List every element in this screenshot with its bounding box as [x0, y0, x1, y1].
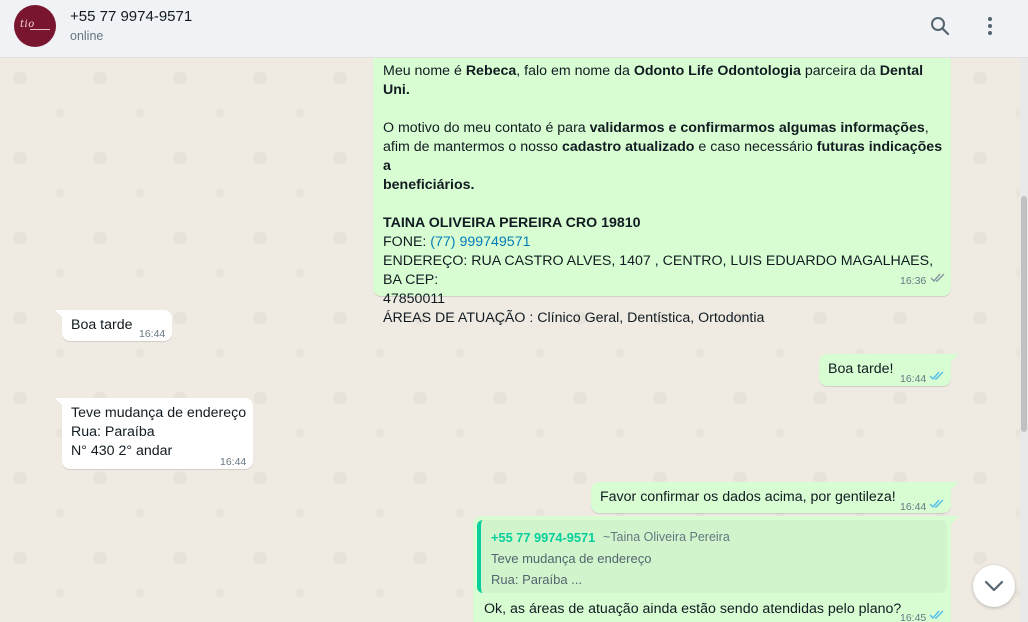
- bubble-tail: [951, 516, 959, 524]
- quote-line: Rua: Paraíba ...: [491, 572, 583, 587]
- scrollbar-thumb[interactable]: [1021, 196, 1027, 432]
- message-time: 16:44: [900, 373, 927, 385]
- read-ticks-icon: [929, 371, 944, 381]
- message-bubble[interactable]: Meu nome é Rebeca, falo em nome da Odont…: [373, 58, 951, 326]
- message-text: Meu nome é Rebeca, falo em nome da Odont…: [383, 63, 943, 326]
- read-ticks-icon: [929, 610, 944, 620]
- chat-header: tio +55 77 9974-9571 online: [0, 0, 1028, 58]
- avatar-logo-line: [30, 29, 50, 30]
- contact-status: online: [70, 29, 104, 43]
- message-text: Boa tarde: [71, 317, 133, 333]
- read-ticks-icon: [930, 273, 945, 283]
- contact-name[interactable]: +55 77 9974-9571: [70, 8, 192, 25]
- scroll-down-button[interactable]: [973, 565, 1015, 607]
- quote-author: +55 77 9974-9571: [491, 530, 596, 545]
- message-bubble[interactable]: +55 77 9974-9571 ~Taina Oliveira Pereira…: [473, 516, 951, 622]
- message-bubble[interactable]: Boa tarde! 16:44: [819, 354, 951, 386]
- message-text: Ok, as áreas de atuação ainda estão send…: [484, 601, 902, 617]
- message-time: 16:44: [900, 501, 927, 513]
- message-time: 16:44: [139, 328, 166, 340]
- message-bubble[interactable]: Favor confirmar os dados acima, por gent…: [591, 482, 951, 513]
- message-bubble[interactable]: Teve mudança de endereço Rua: Paraíba N°…: [62, 398, 253, 469]
- quoted-message[interactable]: +55 77 9974-9571 ~Taina Oliveira Pereira…: [477, 520, 947, 593]
- chat-area[interactable]: Meu nome é Rebeca, falo em nome da Odont…: [0, 58, 1020, 622]
- message-time: 16:45: [900, 612, 927, 622]
- avatar[interactable]: tio: [14, 5, 56, 47]
- quote-author-name: ~Taina Oliveira Pereira: [603, 530, 730, 544]
- search-icon[interactable]: [928, 14, 952, 38]
- bubble-tail: [951, 482, 959, 490]
- menu-icon[interactable]: [978, 14, 1002, 38]
- quote-line: Teve mudança de endereço: [491, 551, 652, 566]
- message-text: Favor confirmar os dados acima, por gent…: [600, 489, 896, 505]
- bubble-tail: [951, 354, 959, 362]
- message-text: Boa tarde!: [828, 361, 894, 377]
- phone-link[interactable]: (77) 999749571: [430, 234, 530, 250]
- scrollbar[interactable]: [1020, 58, 1028, 622]
- read-ticks-icon: [929, 499, 944, 509]
- message-bubble[interactable]: Boa tarde 16:44: [62, 310, 172, 341]
- message-time: 16:44: [220, 456, 247, 468]
- chevron-down-icon: [984, 580, 1004, 592]
- message-time: 16:36: [900, 275, 927, 287]
